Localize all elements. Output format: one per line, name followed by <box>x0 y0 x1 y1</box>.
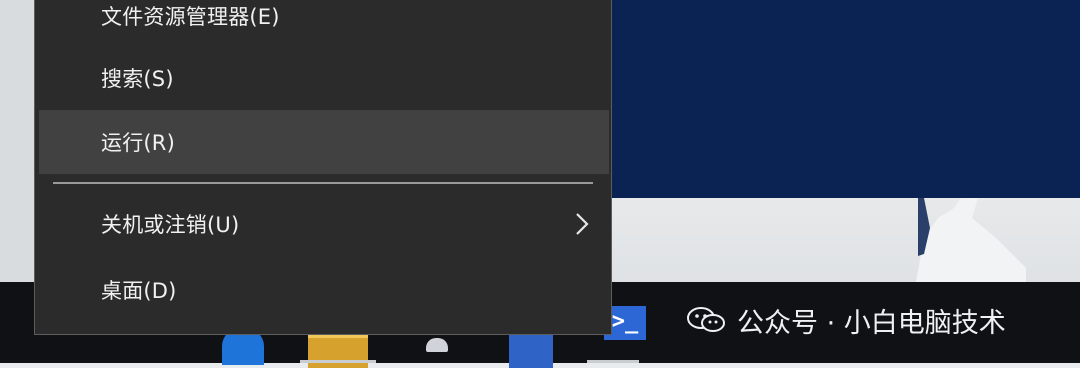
menu-separator <box>53 182 593 184</box>
menu-item-run[interactable]: 运行(R) <box>39 110 609 174</box>
context-menu: 文件资源管理器(E) 搜索(S) 运行(R) 关机或注销(U) 桌面(D) <box>34 0 612 335</box>
watermark: 公众号 · 小白电脑技术 <box>685 300 1006 340</box>
menu-item-label: 桌面(D) <box>101 279 177 303</box>
menu-item-label: 搜索(S) <box>101 67 174 91</box>
watermark-text: 公众号 · 小白电脑技术 <box>737 307 1006 339</box>
menu-item-label: 文件资源管理器(E) <box>101 5 280 29</box>
store-icon[interactable] <box>426 338 448 352</box>
menu-item-desktop[interactable]: 桌面(D) <box>39 258 609 322</box>
wallpaper <box>606 0 1080 198</box>
menu-item-shutdown[interactable]: 关机或注销(U) <box>39 192 609 256</box>
chevron-right-icon <box>576 213 589 235</box>
menu-item-label: 运行(R) <box>101 131 175 155</box>
wallpaper-scene <box>606 198 1080 282</box>
menu-item-label: 关机或注销(U) <box>101 213 240 237</box>
menu-item-file-explorer[interactable]: 文件资源管理器(E) <box>39 0 609 48</box>
figure-image <box>916 198 1026 282</box>
menu-item-search[interactable]: 搜索(S) <box>39 46 609 110</box>
wechat-icon <box>687 307 725 332</box>
